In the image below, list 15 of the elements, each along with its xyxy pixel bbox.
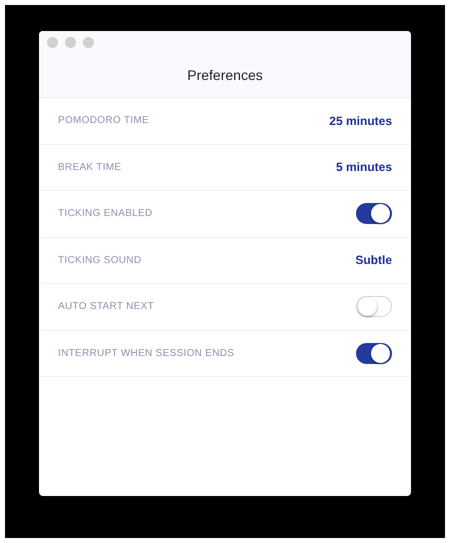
close-window-button[interactable] bbox=[47, 36, 58, 48]
setting-value[interactable]: 5 minutes bbox=[336, 160, 392, 174]
setting-value[interactable]: 25 minutes bbox=[329, 114, 392, 128]
setting-label: INTERRUPT WHEN SESSION ENDS bbox=[58, 348, 234, 359]
toggle-switch[interactable] bbox=[356, 203, 392, 224]
setting-label: TICKING ENABLED bbox=[58, 208, 153, 220]
minimize-window-button[interactable] bbox=[65, 36, 76, 48]
setting-label: TICKING SOUND bbox=[58, 254, 142, 266]
toggle-switch[interactable] bbox=[356, 342, 392, 364]
window-title: Preferences bbox=[187, 67, 263, 83]
setting-label: POMODORO TIME bbox=[58, 115, 149, 126]
setting-label: AUTO START NEXT bbox=[58, 301, 154, 312]
setting-label: BREAK TIME bbox=[58, 162, 122, 173]
setting-value[interactable]: Subtle bbox=[355, 253, 392, 268]
zoom-window-button[interactable] bbox=[83, 36, 94, 48]
